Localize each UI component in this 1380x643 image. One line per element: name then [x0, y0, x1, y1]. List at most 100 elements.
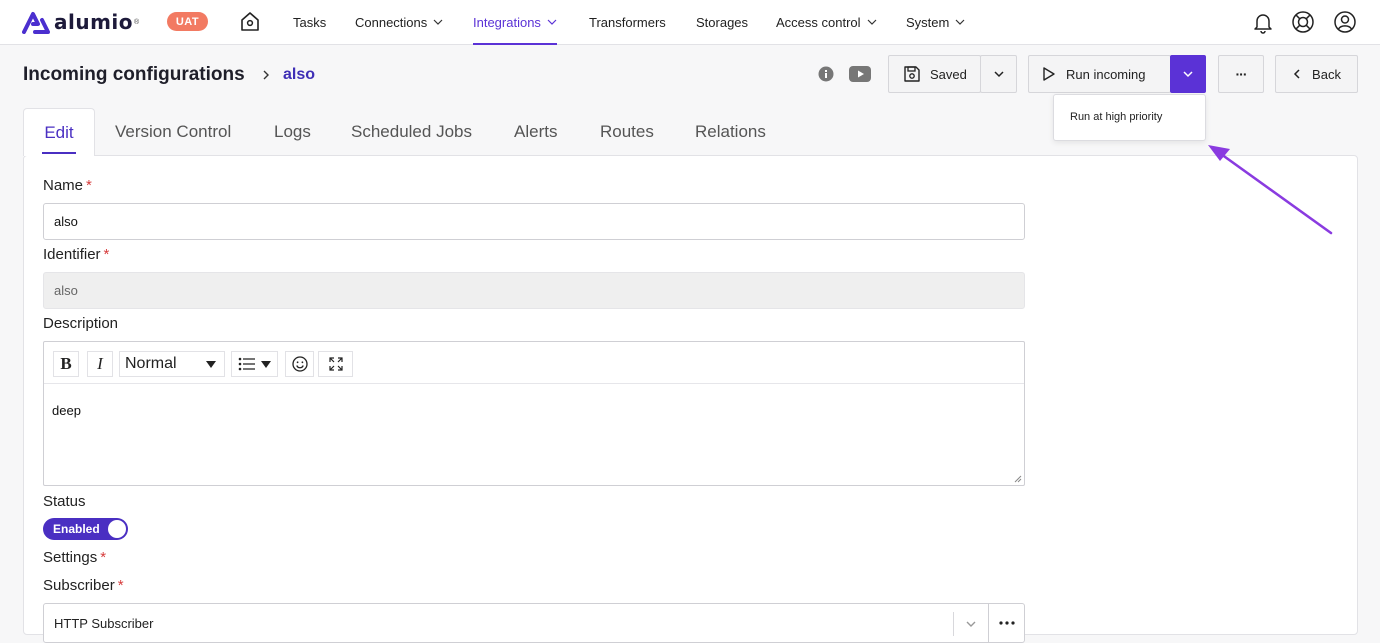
italic-button[interactable]: I: [87, 351, 113, 377]
heading-select-value: Normal: [125, 355, 177, 372]
logo-mark-icon: [22, 12, 50, 34]
more-icon: [998, 621, 1015, 625]
tab-label: Alerts: [514, 122, 558, 141]
name-value: also: [54, 214, 78, 229]
subscriber-caret[interactable]: [953, 612, 988, 636]
status-toggle-label: Enabled: [53, 522, 100, 536]
emoji-button[interactable]: [285, 351, 314, 377]
saved-options-button[interactable]: [980, 55, 1017, 93]
chevron-down-icon: [547, 19, 557, 25]
chevron-down-icon: [867, 19, 876, 25]
play-icon: [1043, 67, 1055, 81]
subscriber-value: HTTP Subscriber: [54, 615, 154, 631]
tab-relations[interactable]: Relations: [695, 108, 766, 156]
env-badge: UAT: [167, 12, 208, 31]
tab-label: Scheduled Jobs: [351, 122, 472, 141]
alumio-logo[interactable]: alumio ®: [22, 8, 139, 36]
home-icon[interactable]: [239, 10, 261, 32]
chevron-down-icon: [1183, 71, 1193, 78]
back-label: Back: [1312, 66, 1341, 82]
tab-label: Relations: [695, 122, 766, 141]
identifier-label: Identifier *: [43, 246, 109, 263]
nav-system[interactable]: System: [906, 0, 965, 44]
run-incoming-label: Run incoming: [1066, 66, 1146, 82]
more-actions-button[interactable]: ···: [1218, 55, 1264, 93]
saved-button[interactable]: Saved: [888, 55, 981, 93]
name-label: Name *: [43, 177, 92, 194]
run-incoming-button[interactable]: Run incoming: [1028, 55, 1171, 93]
tab-routes[interactable]: Routes: [600, 108, 654, 156]
nav-storages[interactable]: Storages: [696, 0, 748, 44]
toggle-knob: [108, 520, 126, 538]
save-icon: [904, 66, 920, 82]
nav-tasks[interactable]: Tasks: [293, 0, 326, 44]
youtube-icon[interactable]: [849, 66, 871, 82]
description-text: deep: [52, 403, 81, 418]
support-icon[interactable]: [1291, 10, 1315, 34]
page-title: Incoming configurations: [23, 64, 245, 85]
nav-label: Integrations: [473, 14, 541, 30]
name-label-text: Name: [43, 177, 84, 194]
nav-connections[interactable]: Connections: [355, 0, 443, 44]
caret-down-icon: [260, 360, 271, 368]
top-navbar: alumio ® UAT Tasks Connections Integrati…: [0, 0, 1380, 45]
fullscreen-button[interactable]: [318, 351, 353, 377]
chevron-down-icon: [955, 19, 965, 25]
breadcrumb-current: also: [283, 66, 316, 83]
resize-grip-icon[interactable]: [1014, 475, 1022, 483]
caret-down-icon: [206, 360, 216, 368]
list-icon: [238, 357, 256, 371]
user-icon[interactable]: [1333, 10, 1357, 34]
list-button[interactable]: [231, 351, 278, 377]
identifier-label-text: Identifier: [43, 246, 101, 263]
run-options-button[interactable]: [1170, 55, 1206, 93]
required-mark: *: [103, 246, 110, 263]
run-high-priority-item[interactable]: Run at high priority: [1070, 111, 1162, 123]
tab-version-control[interactable]: Version Control: [115, 108, 231, 156]
identifier-value: also: [54, 283, 78, 298]
bell-icon[interactable]: [1251, 10, 1275, 34]
subscriber-select[interactable]: HTTP Subscriber: [43, 603, 989, 643]
nav-transformers[interactable]: Transformers: [589, 0, 666, 44]
subscriber-label: Subscriber *: [43, 577, 124, 594]
chevron-down-icon: [993, 71, 1004, 78]
annotation-arrow-icon: [1208, 145, 1333, 235]
tab-logs[interactable]: Logs: [274, 108, 311, 156]
status-label: Status: [43, 493, 86, 510]
tab-edit[interactable]: Edit: [23, 108, 95, 156]
editor-toolbar: B I Normal: [44, 342, 1024, 384]
chevron-right-icon: [263, 70, 269, 80]
heading-select[interactable]: Normal: [119, 351, 225, 377]
nav-label: Storages: [696, 14, 749, 30]
description-editor[interactable]: B I Normal deep: [43, 341, 1025, 486]
nav-label: Access control: [776, 14, 861, 30]
smiley-icon: [291, 356, 308, 372]
nav-access-control[interactable]: Access control: [776, 0, 877, 44]
tab-scheduled-jobs[interactable]: Scheduled Jobs: [351, 108, 472, 156]
chevron-left-icon: [1293, 69, 1300, 79]
nav-label: Tasks: [293, 14, 327, 30]
expand-icon: [328, 357, 343, 371]
status-toggle[interactable]: Enabled: [43, 518, 128, 540]
tab-label: Routes: [600, 122, 654, 141]
nav-label: System: [906, 14, 950, 30]
registered-mark: ®: [134, 18, 140, 26]
nav-label: Transformers: [589, 14, 666, 30]
nav-integrations[interactable]: Integrations: [473, 0, 557, 45]
required-mark: *: [86, 177, 92, 194]
tab-label: Logs: [274, 122, 311, 141]
chevron-down-icon: [966, 621, 976, 627]
bold-button[interactable]: B: [53, 351, 79, 377]
name-input[interactable]: also: [43, 203, 1025, 240]
settings-label: Settings *: [43, 549, 106, 566]
saved-label: Saved: [930, 66, 967, 82]
subscriber-more-button[interactable]: [989, 603, 1025, 643]
info-icon[interactable]: [818, 66, 834, 82]
tab-label: Version Control: [115, 122, 232, 141]
identifier-input: also: [43, 272, 1025, 309]
settings-label-text: Settings: [43, 549, 98, 566]
brand-name: alumio: [54, 10, 134, 34]
back-button[interactable]: Back: [1275, 55, 1358, 93]
nav-label: Connections: [355, 14, 428, 30]
tab-alerts[interactable]: Alerts: [514, 108, 557, 156]
